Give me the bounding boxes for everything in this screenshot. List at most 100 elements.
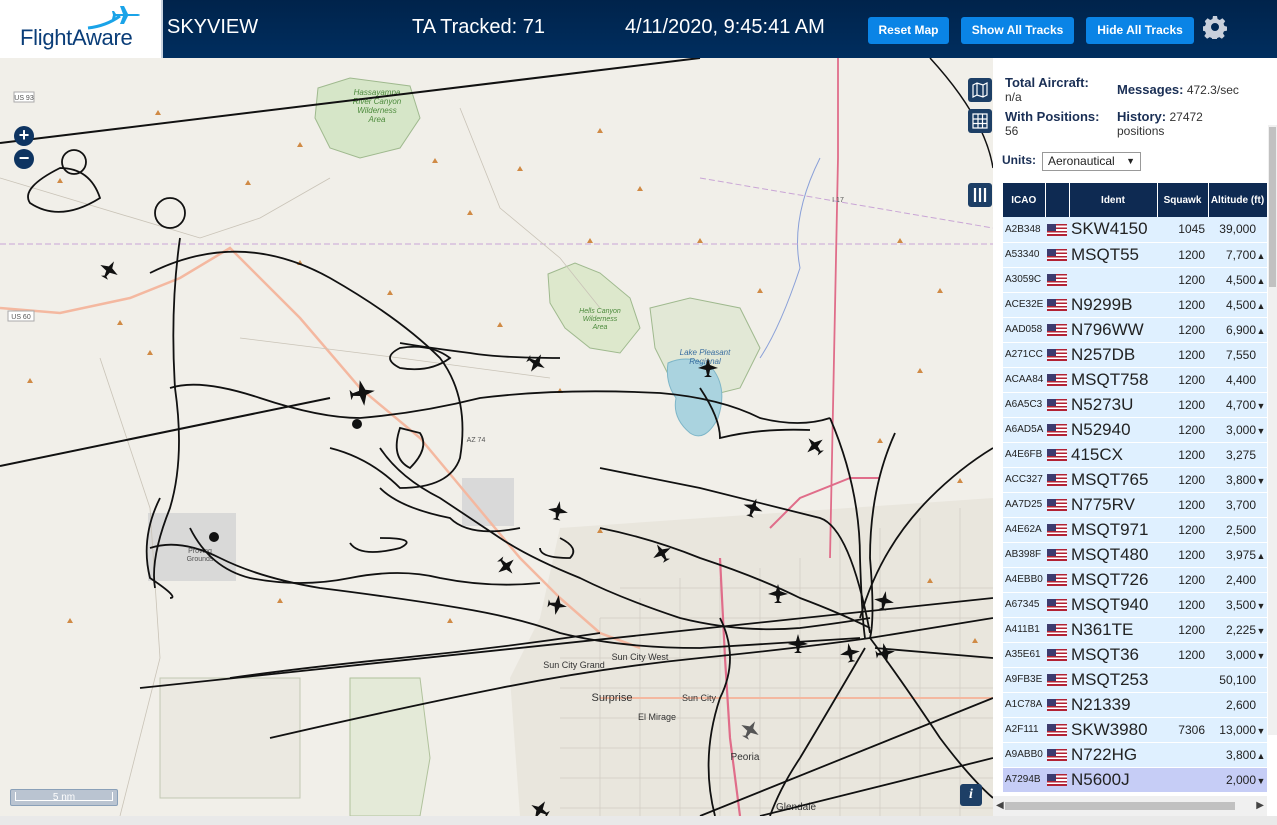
table-row[interactable]: ACAA84 MSQT758 1200 4,400 [1003,367,1267,392]
with-positions-stat: With Positions: 56 [1005,110,1100,139]
table-row[interactable]: AB398F MSQT480 1200 3,975▲ [1003,542,1267,567]
table-row[interactable]: A6A5C3 N5273U 1200 4,700▼ [1003,392,1267,417]
table-row[interactable]: AAD058 N796WW 1200 6,900▲ [1003,317,1267,342]
hide-all-tracks-button[interactable]: Hide All Tracks [1086,17,1194,44]
us-flag-icon [1047,299,1067,312]
aircraft-table-container[interactable]: ICAO Ident Squawk Altitude (ft) A2B348 SK… [1003,183,1267,793]
table-vertical-scrollbar[interactable] [1268,125,1277,735]
table-row[interactable]: AA7D25 N775RV 1200 3,700 [1003,492,1267,517]
cell-icao: A67345 [1005,599,1040,610]
scroll-right-icon[interactable]: ▶ [1256,800,1264,811]
table-row[interactable]: A4E6FB 415CX 1200 3,275 [1003,442,1267,467]
us-flag-icon [1047,324,1067,337]
map-canvas[interactable]: Hassayampa River Canyon Wilderness Area … [0,58,993,816]
altitude-value: 2,500 [1225,522,1256,537]
label-i17: I 17 [832,197,844,204]
cell-icao: A4E6FB [1005,449,1043,460]
us-flag-icon [1047,424,1067,437]
total-aircraft-stat: Total Aircraft: n/a [1005,75,1089,105]
cell-ident: MSQT726 [1071,569,1149,589]
cell-flag [1045,592,1069,617]
table-row[interactable]: A2B348 SKW4150 1045 39,000 [1003,217,1267,242]
cell-altitude: 50,100 [1208,667,1267,692]
column-altitude[interactable]: Altitude (ft) [1208,183,1267,217]
history-value: 27472 [1169,110,1203,124]
column-icao[interactable]: ICAO [1003,183,1046,217]
map-view[interactable]: Hassayampa River Canyon Wilderness Area … [0,58,993,816]
grid-icon[interactable] [968,109,992,133]
history-stat: History: 27472 positions [1117,110,1203,139]
label-us93: US 93 [14,95,34,102]
toggle-sidebar-icon[interactable] [968,183,992,207]
cell-squawk: 1200 [1178,622,1205,637]
altitude-value: 3,700 [1225,497,1256,512]
show-all-tracks-button[interactable]: Show All Tracks [961,17,1074,44]
cell-squawk: 1200 [1178,472,1205,487]
us-flag-icon [1047,449,1067,462]
us-flag-icon [1047,524,1067,537]
table-row[interactable]: A9ABB0 N722HG 3,800▲ [1003,742,1267,767]
total-aircraft-label: Total Aircraft: [1005,75,1089,90]
aircraft-table: ICAO Ident Squawk Altitude (ft) A2B348 SK… [1003,183,1267,793]
cell-flag [1045,542,1069,567]
table-row[interactable]: A1C78A N21339 2,600 [1003,692,1267,717]
cell-ident: MSQT55 [1071,244,1140,264]
column-flag[interactable] [1045,183,1070,217]
altitude-trend-icon: ▼ [1256,425,1266,436]
cell-squawk: 7306 [1178,722,1205,737]
flightaware-logo[interactable]: FlightAware [0,0,163,58]
cell-flag [1045,292,1069,317]
cell-ident: 415CX [1071,444,1123,464]
altitude-value: 4,700 [1225,397,1256,412]
reset-map-button[interactable]: Reset Map [868,17,949,44]
cell-ident: SKW3980 [1071,719,1148,739]
table-row[interactable]: A2F111 SKW3980 7306 13,000▼ [1003,717,1267,742]
table-horizontal-scrollbar[interactable]: ◀ ▶ [993,796,1267,816]
cell-ident: N5600J [1071,769,1130,789]
zoom-in-button[interactable]: + [14,126,34,146]
altitude-trend-icon: ▼ [1256,775,1266,786]
cell-altitude: 2,000▼ [1208,767,1267,792]
us-flag-icon [1047,649,1067,662]
table-row[interactable]: A53340 MSQT55 1200 7,700▲ [1003,242,1267,267]
table-row[interactable]: A67345 MSQT940 1200 3,500▼ [1003,592,1267,617]
map-layers-icon[interactable] [968,78,992,102]
cell-flag [1045,692,1069,717]
cell-icao: AAD058 [1005,324,1043,335]
column-squawk[interactable]: Squawk [1157,183,1209,217]
cell-icao: A35E61 [1005,649,1041,660]
cell-altitude: 2,500 [1208,517,1267,542]
table-row[interactable]: A411B1 N361TE 1200 2,225▼ [1003,617,1267,642]
scroll-left-icon[interactable]: ◀ [996,800,1004,811]
cell-icao: A7294B [1005,774,1041,785]
table-row[interactable]: ACE32E N9299B 1200 4,500▲ [1003,292,1267,317]
altitude-value: 3,000 [1225,422,1256,437]
gear-icon[interactable] [1203,15,1227,39]
us-flag-icon [1047,774,1067,787]
table-row[interactable]: ACC327 MSQT765 1200 3,800▼ [1003,467,1267,492]
cell-flag [1045,667,1069,692]
us-flag-icon [1047,749,1067,762]
zoom-out-button[interactable]: − [14,149,34,169]
table-row[interactable]: A9FB3E MSQT253 50,100 [1003,667,1267,692]
cell-icao: A271CC [1005,349,1043,360]
units-select[interactable]: Aeronautical ▼ [1042,152,1141,171]
table-row[interactable]: A7294B N5600J 2,000▼ [1003,767,1267,792]
cell-altitude: 3,275 [1208,442,1267,467]
table-row[interactable]: A35E61 MSQT36 1200 3,000▼ [1003,642,1267,667]
table-row[interactable]: A4E62A MSQT971 1200 2,500 [1003,517,1267,542]
sidebar-panel: Total Aircraft: n/a Messages: 472.3/sec … [993,58,1277,816]
label-us60: US 60 [11,314,31,321]
total-aircraft-value: n/a [1005,90,1022,104]
table-row[interactable]: A271CC N257DB 1200 7,550 [1003,342,1267,367]
table-row[interactable]: A3059C 1200 4,500▲ [1003,267,1267,292]
cell-icao: A3059C [1005,274,1042,285]
table-row[interactable]: A6AD5A N52940 1200 3,000▼ [1003,417,1267,442]
us-flag-icon [1047,374,1067,387]
label-az74: AZ 74 [467,437,486,444]
cell-altitude: 4,500▲ [1208,292,1267,317]
column-ident[interactable]: Ident [1069,183,1158,217]
table-row[interactable]: A7C5C5 DAL967 [1003,792,1267,793]
table-row[interactable]: A4EBB0 MSQT726 1200 2,400 [1003,567,1267,592]
info-icon[interactable]: i [960,784,982,806]
